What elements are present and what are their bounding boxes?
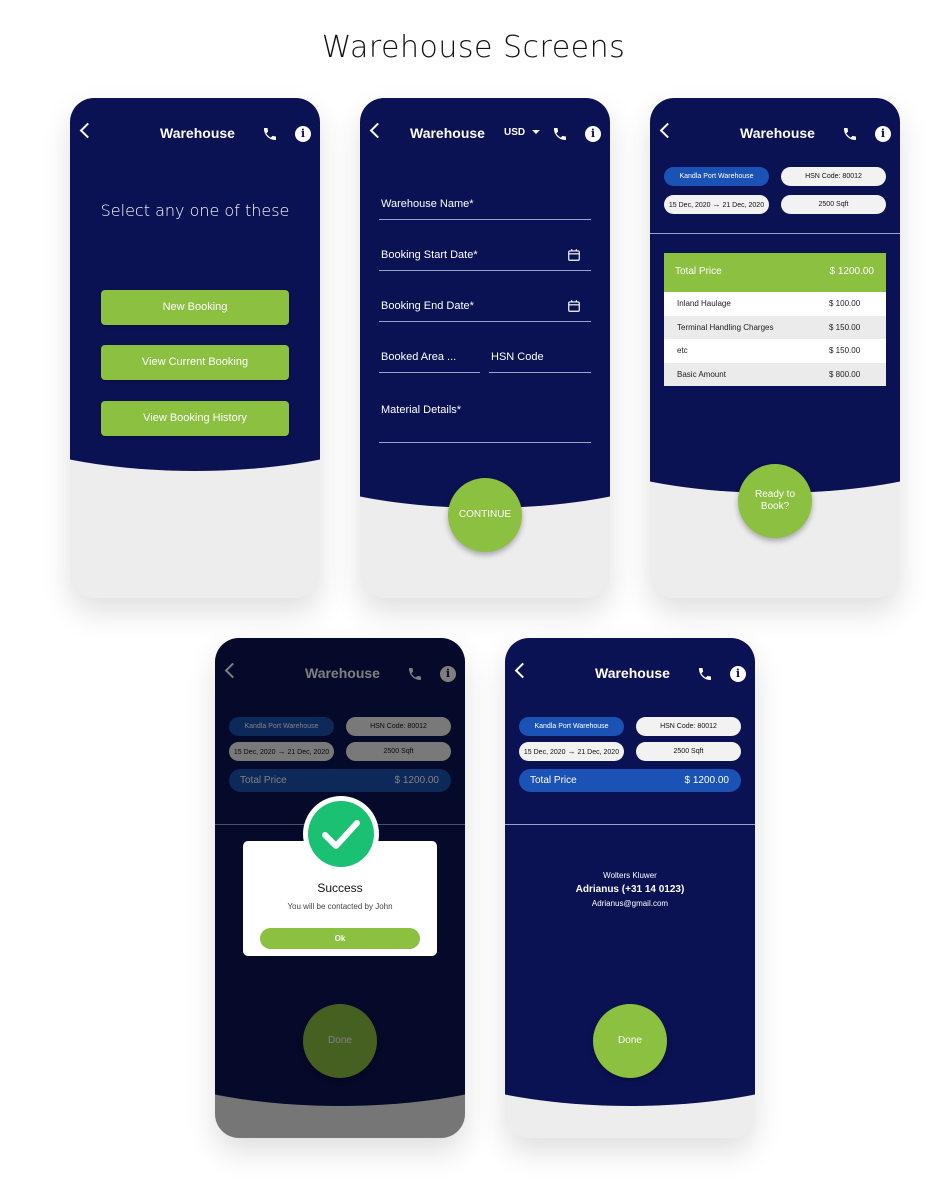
back-arrow-icon[interactable] [659, 122, 676, 139]
screen-price-breakdown: Warehouse i Kandla Port Warehouse HSN Co… [650, 98, 900, 598]
ok-button[interactable]: Ok [260, 928, 420, 949]
view-current-booking-button[interactable]: View Current Booking [101, 345, 289, 380]
table-row: Inland Haulage $ 100.00 [664, 292, 886, 316]
warehouse-name-pill: Kandla Port Warehouse [519, 717, 624, 736]
info-icon[interactable]: i [585, 126, 601, 142]
app-header: Warehouse USD i [360, 98, 610, 154]
table-row: Terminal Handling Charges $ 150.00 [664, 315, 886, 339]
page-title: Warehouse Screens [321, 30, 626, 65]
end-date-field[interactable]: Booking End Date* [379, 296, 591, 322]
back-arrow-icon[interactable] [369, 122, 386, 139]
header-title: Warehouse [410, 125, 485, 141]
company-name: Wolters Kluwer [603, 871, 657, 880]
hsn-code-pill: HSN Code: 80012 [636, 717, 741, 736]
warehouse-name-pill: Kandla Port Warehouse [664, 167, 769, 186]
arrow-right-icon: → [712, 200, 721, 209]
contact-name-phone: Adrianus (+31 14 0123) [575, 884, 685, 895]
price-table: Total Price $ 1200.00 Inland Haulage $ 10… [664, 253, 886, 386]
app-header: Warehouse i [650, 98, 900, 154]
new-booking-button[interactable]: New Booking [101, 290, 289, 325]
phone-icon[interactable] [842, 126, 858, 142]
info-icon[interactable]: i [730, 666, 746, 682]
back-arrow-icon[interactable] [79, 122, 96, 139]
header-title: Warehouse [740, 125, 815, 141]
calendar-icon[interactable] [567, 248, 581, 262]
screen-success-dialog: Warehouse i Kandla Port Warehouse HSN Co… [215, 638, 465, 1138]
screen-contact-details: Warehouse i Kandla Port Warehouse HSN Co… [505, 638, 755, 1138]
material-details-field[interactable]: Material Details* [379, 400, 591, 443]
info-icon[interactable]: i [875, 126, 891, 142]
success-badge [303, 796, 379, 872]
done-button[interactable]: Done [593, 1004, 667, 1078]
continue-button[interactable]: CONTINUE [448, 478, 522, 552]
phone-icon[interactable] [697, 666, 713, 682]
date-range-pill: 15 Dec, 2020 → 21 Dec, 2020 [664, 195, 769, 214]
area-pill: 2500 Sqft [636, 742, 741, 761]
currency-select[interactable]: USD [504, 127, 540, 138]
dialog-title: Success [317, 881, 363, 895]
screen-select-option: Warehouse i Select any one of these New … [70, 98, 320, 598]
table-row: Basic Amount $ 800.00 [664, 362, 886, 386]
booked-area-field[interactable]: Booked Area ... [379, 347, 480, 373]
back-arrow-icon[interactable] [514, 662, 531, 679]
total-price-bar: Total Price $ 1200.00 [519, 769, 741, 792]
ready-to-book-button[interactable]: Ready to Book? [738, 464, 812, 538]
arrow-right-icon: → [567, 747, 576, 756]
app-header: Warehouse i [505, 638, 755, 694]
calendar-icon[interactable] [567, 299, 581, 313]
checkmark-icon [322, 820, 360, 849]
chevron-down-icon [531, 130, 540, 135]
warehouse-name-field[interactable]: Warehouse Name* [379, 194, 591, 220]
header-title: Warehouse [160, 125, 235, 141]
app-header: Warehouse i [70, 98, 320, 154]
area-pill: 2500 Sqft [781, 195, 886, 214]
phone-icon[interactable] [552, 126, 568, 142]
date-range-pill: 15 Dec, 2020 → 21 Dec, 2020 [519, 742, 624, 761]
view-booking-history-button[interactable]: View Booking History [101, 401, 289, 436]
table-row: etc $ 150.00 [664, 339, 886, 363]
total-price-row: Total Price $ 1200.00 [664, 253, 886, 292]
contact-email[interactable]: Adrianus@gmail.com [505, 899, 755, 908]
dialog-message: You will be contacted by John [287, 902, 393, 911]
info-icon[interactable]: i [295, 126, 311, 142]
currency-value: USD [504, 127, 526, 138]
screen-booking-form: Warehouse USD i Warehouse Name* Booking … [360, 98, 610, 598]
start-date-field[interactable]: Booking Start Date* [379, 245, 591, 271]
header-title: Warehouse [595, 665, 670, 681]
hsn-code-pill: HSN Code: 80012 [781, 167, 886, 186]
phone-icon[interactable] [262, 126, 278, 142]
select-prompt: Select any one of these [100, 201, 290, 220]
hsn-code-field[interactable]: HSN Code [489, 347, 591, 373]
